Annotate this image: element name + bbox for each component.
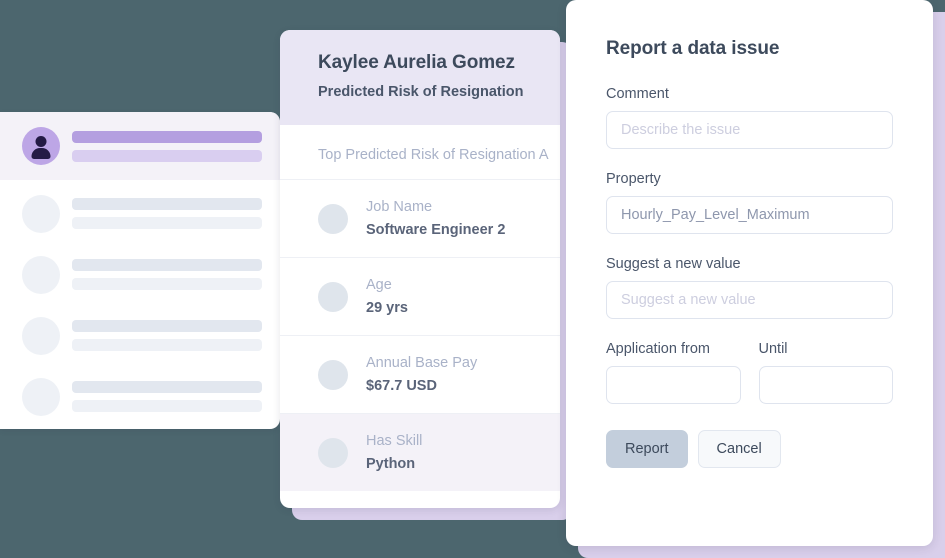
screen-root: Kaylee Aurelia Gomez Predicted Risk of R… bbox=[0, 0, 945, 558]
report-data-issue-dialog: Report a data issue Comment Property Sug… bbox=[566, 0, 933, 546]
comment-label: Comment bbox=[606, 86, 669, 102]
table-row[interactable]: Annual Base Pay $67.7 USD bbox=[280, 335, 560, 413]
placeholder-circle-icon bbox=[22, 377, 60, 416]
placeholder-bar-bottom bbox=[72, 339, 262, 351]
placeholder-bar-top bbox=[72, 320, 262, 332]
table-row-selected[interactable]: Has Skill Python bbox=[280, 413, 560, 491]
detail-section-label: Top Predicted Risk of Resignation A bbox=[318, 147, 549, 163]
until-input[interactable] bbox=[758, 366, 893, 404]
left-card-header-placeholder-bars bbox=[72, 130, 262, 162]
person-avatar-icon bbox=[22, 127, 60, 165]
placeholder-circle-icon bbox=[22, 316, 60, 355]
table-row[interactable]: Age 29 yrs bbox=[280, 257, 560, 335]
placeholder-bar-top bbox=[72, 198, 262, 210]
placeholder-bars bbox=[72, 381, 262, 412]
detail-card-subtitle: Predicted Risk of Resignation bbox=[318, 84, 524, 100]
comment-field-group: Comment bbox=[606, 86, 893, 149]
left-card-header bbox=[0, 112, 280, 180]
placeholder-bar-primary bbox=[72, 130, 262, 143]
detail-row-key: Age bbox=[366, 277, 392, 293]
application-from-label: Application from bbox=[606, 341, 710, 357]
list-item[interactable] bbox=[0, 247, 280, 302]
comment-input[interactable] bbox=[606, 111, 893, 149]
page-title: Kaylee Aurelia Gomez bbox=[318, 52, 515, 73]
detail-row-text: Annual Base Pay $67.7 USD bbox=[366, 355, 560, 394]
placeholder-bar-bottom bbox=[72, 400, 262, 412]
detail-row-value: Software Engineer 2 bbox=[366, 222, 506, 238]
report-button[interactable]: Report bbox=[606, 430, 688, 468]
detail-card-header: Kaylee Aurelia Gomez Predicted Risk of R… bbox=[280, 30, 560, 125]
detail-card: Kaylee Aurelia Gomez Predicted Risk of R… bbox=[280, 30, 560, 508]
suggest-value-field-group: Suggest a new value bbox=[606, 256, 893, 319]
property-field-group: Property bbox=[606, 171, 893, 234]
avatar-body-shape bbox=[31, 148, 51, 159]
until-field-group: Until bbox=[758, 341, 893, 404]
placeholder-circle-icon bbox=[318, 203, 348, 234]
list-item[interactable] bbox=[0, 308, 280, 363]
left-skeleton-card bbox=[0, 112, 280, 429]
placeholder-bar-bottom bbox=[72, 217, 262, 229]
detail-row-value: $67.7 USD bbox=[366, 378, 437, 394]
suggest-value-input[interactable] bbox=[606, 281, 893, 319]
suggest-value-label: Suggest a new value bbox=[606, 256, 741, 272]
placeholder-circle-icon bbox=[318, 281, 348, 312]
placeholder-bar-secondary bbox=[72, 149, 262, 162]
until-label: Until bbox=[758, 341, 788, 357]
detail-row-key: Job Name bbox=[366, 199, 433, 215]
detail-row-value: 29 yrs bbox=[366, 300, 408, 316]
dialog-button-row: Report Cancel bbox=[606, 430, 893, 468]
placeholder-bars bbox=[72, 320, 262, 351]
placeholder-bar-bottom bbox=[72, 278, 262, 290]
detail-row-text: Age 29 yrs bbox=[366, 277, 560, 316]
avatar-head-shape bbox=[35, 136, 47, 147]
placeholder-circle-icon bbox=[22, 194, 60, 233]
placeholder-bar-top bbox=[72, 381, 262, 393]
placeholder-circle-icon bbox=[318, 359, 348, 390]
placeholder-circle-icon bbox=[318, 437, 348, 468]
placeholder-circle-icon bbox=[22, 255, 60, 294]
placeholder-bars bbox=[72, 259, 262, 290]
list-item[interactable] bbox=[0, 186, 280, 241]
dialog-title: Report a data issue bbox=[606, 38, 780, 59]
table-row[interactable]: Job Name Software Engineer 2 bbox=[280, 179, 560, 257]
date-range-row: Application from Until bbox=[606, 341, 893, 404]
placeholder-bars bbox=[72, 198, 262, 229]
detail-row-key: Has Skill bbox=[366, 433, 423, 449]
list-item[interactable] bbox=[0, 369, 280, 424]
application-from-field-group: Application from bbox=[606, 341, 741, 404]
application-from-input[interactable] bbox=[606, 366, 741, 404]
detail-row-key: Annual Base Pay bbox=[366, 355, 478, 371]
property-label: Property bbox=[606, 171, 661, 187]
cancel-button[interactable]: Cancel bbox=[697, 430, 781, 468]
placeholder-bar-top bbox=[72, 259, 262, 271]
detail-row-text: Job Name Software Engineer 2 bbox=[366, 199, 560, 238]
property-input[interactable] bbox=[606, 196, 893, 234]
detail-row-value: Python bbox=[366, 456, 416, 472]
detail-row-text: Has Skill Python bbox=[366, 433, 560, 472]
